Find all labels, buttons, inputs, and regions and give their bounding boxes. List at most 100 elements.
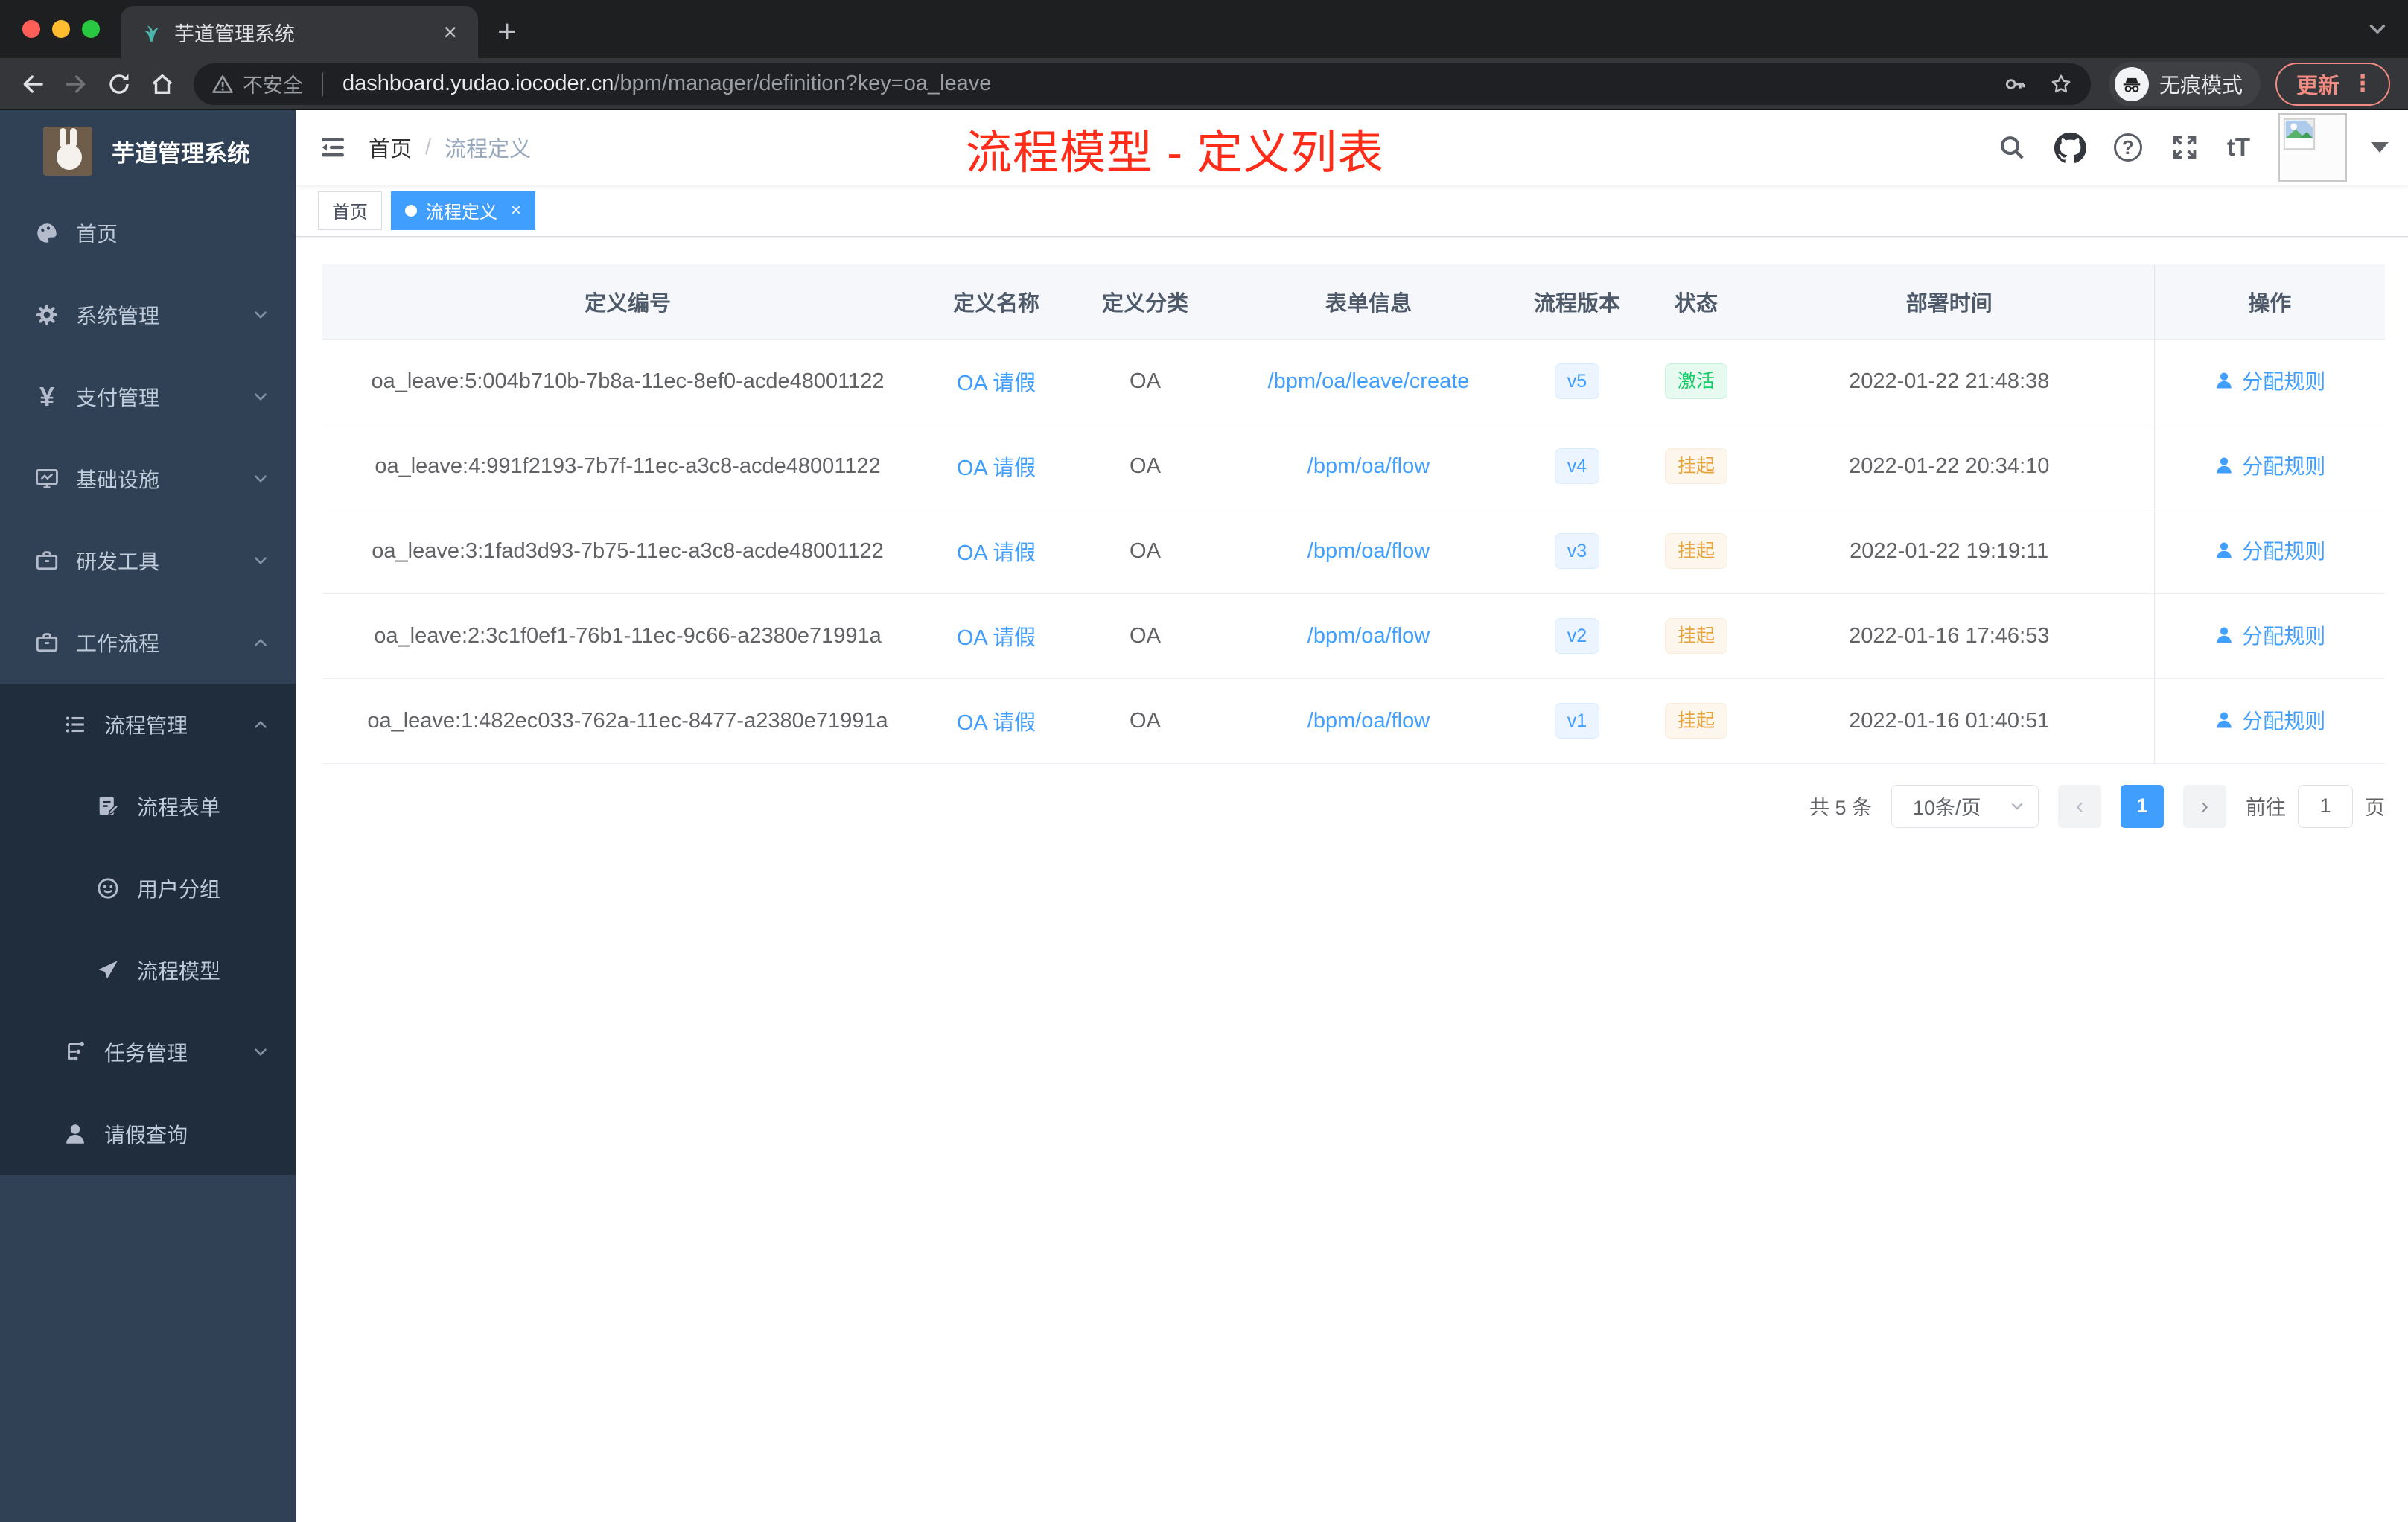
form-info-link[interactable]: /bpm/oa/leave/create: [1268, 369, 1470, 393]
font-size-icon[interactable]: tT: [2227, 133, 2250, 162]
goto-page-input[interactable]: [2298, 784, 2353, 828]
sidebar-item-system-management[interactable]: 系统管理: [0, 274, 296, 356]
list-icon: [63, 712, 88, 737]
back-button[interactable]: [13, 65, 52, 104]
assign-rule-button[interactable]: 分配规则: [2214, 535, 2325, 565]
tab-close-icon[interactable]: ×: [439, 20, 462, 44]
table-row: oa_leave:3:1fad3d93-7b75-11ec-a3c8-acde4…: [322, 509, 2385, 594]
broken-image-icon: [2283, 118, 2316, 150]
cell-deploy-time: 2022-01-16 01:40:51: [1745, 678, 2154, 764]
cell-deploy-time: 2022-01-22 20:34:10: [1745, 424, 2154, 509]
definition-name-link[interactable]: OA 请假: [957, 541, 1036, 565]
tab-title: 芋道管理系统: [174, 22, 295, 45]
sidebar-item-infrastructure[interactable]: 基础设施: [0, 438, 296, 520]
sidebar-item-dev-tools[interactable]: 研发工具: [0, 520, 296, 602]
tag-close-icon[interactable]: ×: [506, 200, 521, 221]
breadcrumb-separator: /: [425, 135, 432, 159]
tags-view-bar: 首页 流程定义 ×: [296, 185, 2408, 237]
browser-menu-kebab-icon[interactable]: ⋮: [2351, 71, 2374, 97]
next-page-button[interactable]: ›: [2183, 784, 2226, 828]
incognito-badge: 无痕模式: [2108, 61, 2261, 106]
minimize-window-button[interactable]: [52, 20, 70, 38]
browser-tab[interactable]: 芋道管理系统 ×: [121, 6, 478, 58]
sidebar-item-label: 用户分组: [137, 878, 221, 901]
assign-rule-button[interactable]: 分配规则: [2214, 705, 2325, 735]
search-icon[interactable]: [1998, 133, 2026, 162]
address-bar[interactable]: 不安全 dashboard.yudao.iocoder.cn/bpm/manag…: [194, 63, 2091, 105]
sidebar-item-leave-query[interactable]: 请假查询: [0, 1093, 296, 1175]
tag-home[interactable]: 首页: [318, 191, 382, 230]
cell-category: OA: [1060, 593, 1231, 679]
sidebar: 芋道管理系统 首页 系统管理 ¥ 支付管理 基础设施 研发工具 工作流程 流程管…: [0, 110, 296, 1522]
sidebar-item-process-model[interactable]: 流程模型: [0, 929, 296, 1011]
tag-label: 首页: [332, 203, 368, 223]
tag-label: 流程定义: [426, 203, 497, 223]
sidebar-item-workflow[interactable]: 工作流程: [0, 602, 296, 684]
sidebar-item-payment-management[interactable]: ¥ 支付管理: [0, 356, 296, 438]
assign-rule-button[interactable]: 分配规则: [2214, 450, 2325, 480]
page-size-select[interactable]: 10条/页: [1891, 784, 2039, 828]
browser-chrome: 芋道管理系统 × + 不安全 dashboard.yudao.iocoder.c…: [0, 0, 2408, 110]
form-info-link[interactable]: /bpm/oa/flow: [1307, 624, 1430, 648]
form-info-link[interactable]: /bpm/oa/flow: [1307, 709, 1430, 733]
prev-page-button[interactable]: ‹: [2058, 784, 2101, 828]
user-icon: [2214, 540, 2235, 561]
definition-name-link[interactable]: OA 请假: [957, 456, 1036, 480]
help-icon[interactable]: ?: [2113, 133, 2142, 162]
form-info-link[interactable]: /bpm/oa/flow: [1307, 454, 1430, 478]
cell-category: OA: [1060, 338, 1231, 424]
home-button[interactable]: [143, 65, 182, 104]
tag-process-definition[interactable]: 流程定义 ×: [391, 191, 536, 230]
forward-button[interactable]: [57, 65, 95, 104]
monitor-icon: [34, 466, 60, 491]
page-title-annotation: 流程模型 - 定义列表: [966, 127, 1385, 179]
page-number-button[interactable]: 1: [2121, 784, 2164, 828]
version-badge: v3: [1554, 532, 1600, 570]
definition-name-link[interactable]: OA 请假: [957, 711, 1036, 735]
sidebar-item-home[interactable]: 首页: [0, 192, 296, 274]
cell-deploy-time: 2022-01-22 21:48:38: [1745, 338, 2154, 424]
status-badge: 挂起: [1664, 702, 1727, 739]
form-info-link[interactable]: /bpm/oa/flow: [1307, 539, 1430, 563]
sidebar-item-label: 请假查询: [104, 1124, 188, 1147]
bookmark-star-icon[interactable]: [2049, 72, 2073, 96]
sidebar-logo[interactable]: 芋道管理系统: [0, 110, 296, 192]
sidebar-item-process-management[interactable]: 流程管理: [0, 684, 296, 765]
sidebar-item-user-group[interactable]: 用户分组: [0, 847, 296, 929]
sidebar-item-task-management[interactable]: 任务管理: [0, 1011, 296, 1093]
sidebar-collapse-hamburger-icon[interactable]: [318, 133, 348, 162]
tab-search-caret-icon[interactable]: [2365, 16, 2390, 42]
url-text[interactable]: dashboard.yudao.iocoder.cn/bpm/manager/d…: [343, 71, 1981, 96]
breadcrumb-home[interactable]: 首页: [369, 132, 412, 163]
breadcrumb: 首页 / 流程定义: [369, 132, 531, 163]
sidebar-item-process-form[interactable]: 流程表单: [0, 765, 296, 847]
github-icon[interactable]: [2054, 132, 2086, 163]
password-key-icon[interactable]: [2003, 72, 2027, 96]
assign-rule-button[interactable]: 分配规则: [2214, 620, 2325, 650]
close-window-button[interactable]: [22, 20, 40, 38]
url-path: /bpm/manager/definition?key=oa_leave: [614, 71, 992, 95]
new-tab-button[interactable]: +: [478, 6, 536, 58]
sidebar-item-label: 系统管理: [76, 305, 160, 328]
avatar-caret-down-icon[interactable]: [2371, 142, 2389, 153]
security-label: 不安全: [243, 74, 303, 97]
briefcase-icon: [34, 630, 60, 655]
fullscreen-icon[interactable]: [2170, 133, 2199, 162]
url-host: dashboard.yudao.iocoder.cn: [343, 71, 614, 95]
tab-favicon-leaf-icon: [137, 19, 162, 45]
sidebar-item-label: 支付管理: [76, 386, 160, 410]
assign-rule-button[interactable]: 分配规则: [2214, 366, 2325, 395]
user-icon: [63, 1121, 88, 1147]
tree-icon: [63, 1039, 88, 1065]
definition-name-link[interactable]: OA 请假: [957, 626, 1036, 650]
page-content: 定义编号 定义名称 定义分类 表单信息 流程版本 状态 部署时间 操作 oa_l…: [296, 237, 2408, 1522]
chrome-update-button[interactable]: 更新 ⋮: [2275, 62, 2390, 106]
avatar[interactable]: [2278, 113, 2347, 182]
status-badge: 挂起: [1664, 448, 1727, 485]
goto-label: 前往: [2246, 797, 2286, 819]
pagination: 共 5 条 10条/页 ‹ 1 › 前往 页: [322, 784, 2385, 828]
definition-name-link[interactable]: OA 请假: [957, 372, 1036, 395]
zoom-window-button[interactable]: [82, 20, 100, 38]
face-icon: [95, 876, 121, 901]
reload-button[interactable]: [100, 65, 138, 104]
